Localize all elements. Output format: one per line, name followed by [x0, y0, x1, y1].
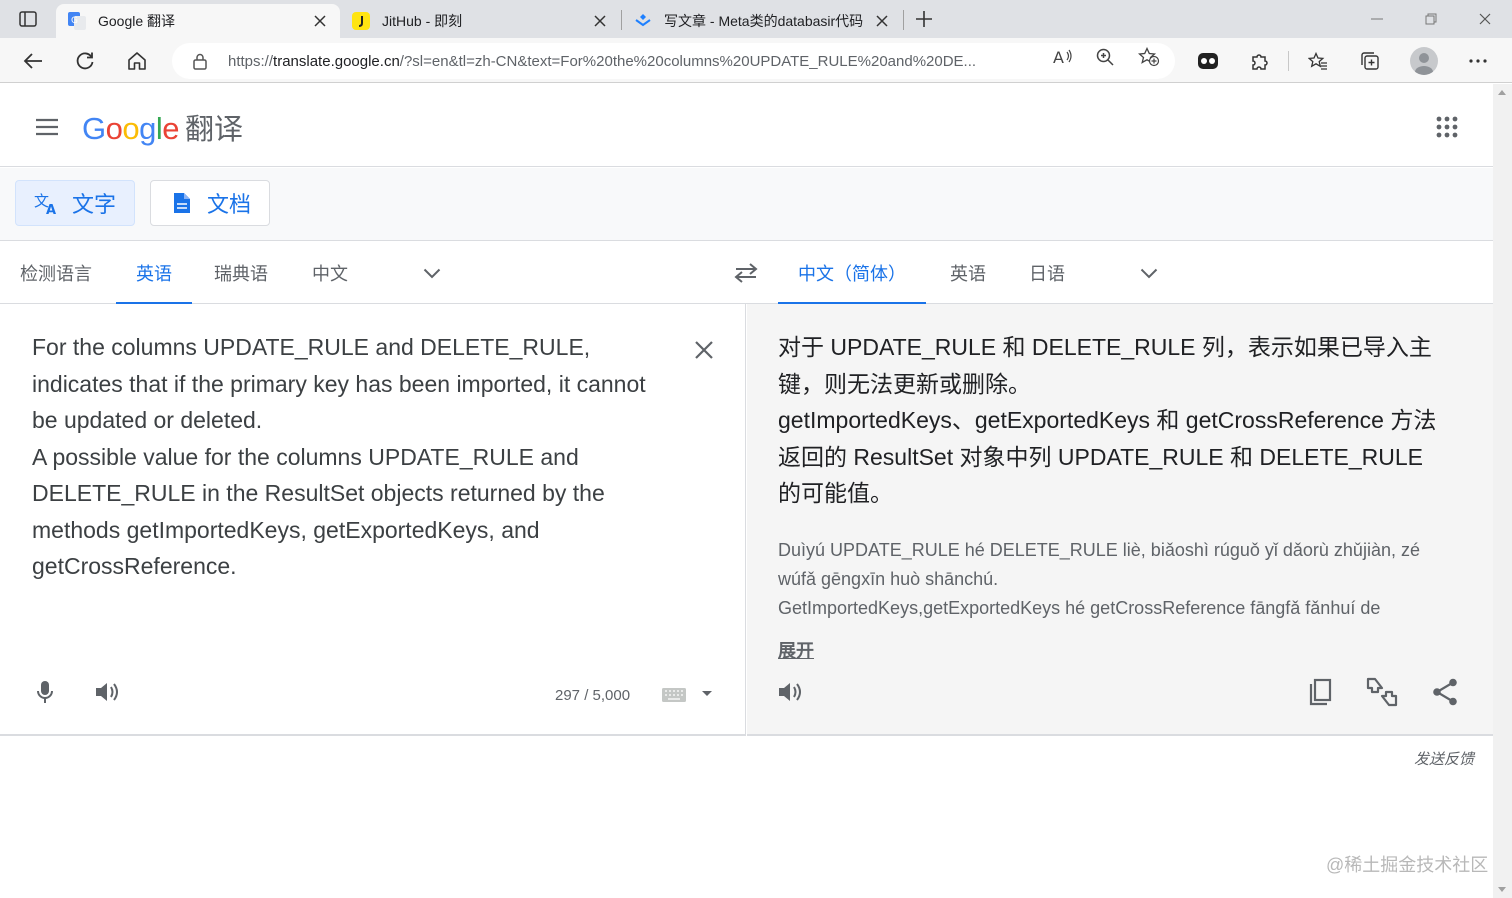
tab-separator	[903, 10, 904, 30]
translation-output: 对于 UPDATE_RULE 和 DELETE_RULE 列，表示如果已导入主键…	[778, 334, 1437, 506]
address-bar[interactable]: https://translate.google.cn/?sl=en&tl=zh…	[172, 43, 1175, 79]
google-translate-logo[interactable]: Google 翻译	[82, 106, 243, 148]
product-name: 翻译	[185, 114, 244, 146]
translate-icon: 文A	[34, 190, 60, 216]
window-close-icon[interactable]	[1458, 0, 1512, 38]
restore-icon[interactable]	[1404, 0, 1458, 38]
share-icon[interactable]	[1429, 676, 1461, 708]
menu-icon[interactable]	[30, 110, 64, 144]
target-panel: 对于 UPDATE_RULE 和 DELETE_RULE 列，表示如果已导入主键…	[747, 304, 1493, 736]
target-lang-chinese-simplified[interactable]: 中文（简体）	[778, 242, 926, 305]
tab-actions-icon[interactable]	[8, 6, 48, 32]
read-aloud-icon[interactable]: A	[1052, 46, 1074, 68]
swap-languages-icon[interactable]	[730, 259, 762, 287]
source-panel: For the columns UPDATE_RULE and DELETE_R…	[0, 304, 746, 736]
svg-text:A: A	[46, 203, 56, 215]
listen-translation-speaker-icon[interactable]	[775, 676, 807, 708]
more-options-icon[interactable]	[1464, 47, 1492, 75]
tab-google-translate[interactable]: G Google 翻译	[56, 4, 340, 38]
watermark-text: @稀土掘金技术社区	[1326, 855, 1489, 875]
target-lang-more-chevron-down-icon[interactable]	[1135, 259, 1163, 287]
document-mode-label: 文档	[207, 192, 252, 217]
home-icon[interactable]	[120, 44, 154, 78]
document-mode-button[interactable]: 文档	[150, 180, 271, 226]
rate-translation-icon[interactable]	[1366, 676, 1398, 708]
romanization-text: Duìyú UPDATE_RULE hé DELETE_RULE liè, bi…	[778, 540, 1420, 618]
puzzle-icon[interactable]	[1246, 47, 1274, 75]
page-content: Google 翻译 文A 文字 文档 检测语言 英语 瑞典语 中文 中文（简体）…	[0, 84, 1493, 898]
browser-toolbar: https://translate.google.cn/?sl=en&tl=zh…	[0, 38, 1512, 83]
refresh-icon[interactable]	[68, 44, 102, 78]
zoom-icon[interactable]	[1094, 46, 1116, 68]
keyboard-icon[interactable]	[662, 688, 686, 702]
target-lang-japanese[interactable]: 日语	[1009, 242, 1085, 304]
add-favorite-icon[interactable]	[1138, 46, 1160, 68]
toolbar-separator	[1288, 51, 1289, 71]
tab-title: 写文章 - Meta类的databasir代码	[664, 13, 864, 29]
expand-link[interactable]: 展开	[778, 637, 814, 663]
clear-source-close-icon[interactable]	[688, 334, 720, 366]
browser-tab-bar: G Google 翻译 JitHub - 即刻 写文章 - Meta类的data…	[0, 0, 1512, 38]
scroll-up-icon[interactable]	[1498, 90, 1506, 95]
target-lang-english[interactable]: 英语	[930, 242, 1006, 304]
tab-juejin[interactable]: 写文章 - Meta类的databasir代码	[622, 4, 902, 38]
app-header: Google 翻译	[0, 84, 1493, 167]
favorites-icon[interactable]	[1304, 47, 1332, 75]
text-mode-label: 文字	[72, 192, 117, 217]
source-lang-swedish[interactable]: 瑞典语	[194, 242, 288, 304]
language-bar: 检测语言 英语 瑞典语 中文 中文（简体） 英语 日语	[0, 242, 1493, 305]
source-lang-english[interactable]: 英语	[116, 242, 192, 305]
google-logo-text: Google	[82, 111, 180, 146]
google-translate-icon: G	[68, 12, 86, 30]
jike-icon	[352, 12, 370, 30]
collections-icon[interactable]	[1356, 47, 1384, 75]
source-lang-more-chevron-down-icon[interactable]	[418, 259, 446, 287]
juejin-icon	[634, 12, 652, 30]
close-icon[interactable]	[308, 9, 332, 33]
svg-text:G: G	[71, 16, 78, 26]
apps-grid-icon[interactable]	[1430, 110, 1464, 144]
tab-title: JitHub - 即刻	[382, 13, 463, 29]
listen-speaker-icon[interactable]	[92, 676, 124, 708]
copy-icon[interactable]	[1304, 676, 1336, 708]
page-scrollbar[interactable]	[1493, 84, 1512, 898]
send-feedback-link[interactable]: 发送反馈	[1414, 748, 1474, 769]
keyboard-menu-caret-icon[interactable]	[702, 691, 712, 696]
extension-icon[interactable]	[1194, 47, 1222, 75]
scroll-down-icon[interactable]	[1498, 887, 1506, 892]
tab-title: Google 翻译	[98, 13, 176, 29]
new-tab-icon[interactable]	[910, 6, 938, 32]
microphone-icon[interactable]	[29, 676, 61, 708]
character-count: 297 / 5,000	[555, 687, 631, 704]
lock-icon[interactable]	[190, 51, 210, 71]
mode-selector: 文A 文字 文档	[0, 168, 1493, 241]
minimize-icon[interactable]	[1350, 0, 1404, 38]
source-textarea[interactable]: For the columns UPDATE_RULE and DELETE_R…	[32, 329, 672, 585]
source-lang-chinese[interactable]: 中文	[292, 242, 368, 304]
svg-text:A: A	[1053, 48, 1064, 66]
url-text[interactable]: https://translate.google.cn/?sl=en&tl=zh…	[228, 53, 1038, 70]
close-icon[interactable]	[588, 9, 612, 33]
back-arrow-icon[interactable]	[16, 44, 50, 78]
text-mode-button[interactable]: 文A 文字	[15, 180, 136, 226]
source-lang-detect[interactable]: 检测语言	[0, 242, 112, 304]
profile-avatar[interactable]	[1410, 47, 1438, 75]
tab-jithub[interactable]: JitHub - 即刻	[340, 4, 620, 38]
close-icon[interactable]	[870, 9, 894, 33]
document-icon	[169, 190, 195, 216]
